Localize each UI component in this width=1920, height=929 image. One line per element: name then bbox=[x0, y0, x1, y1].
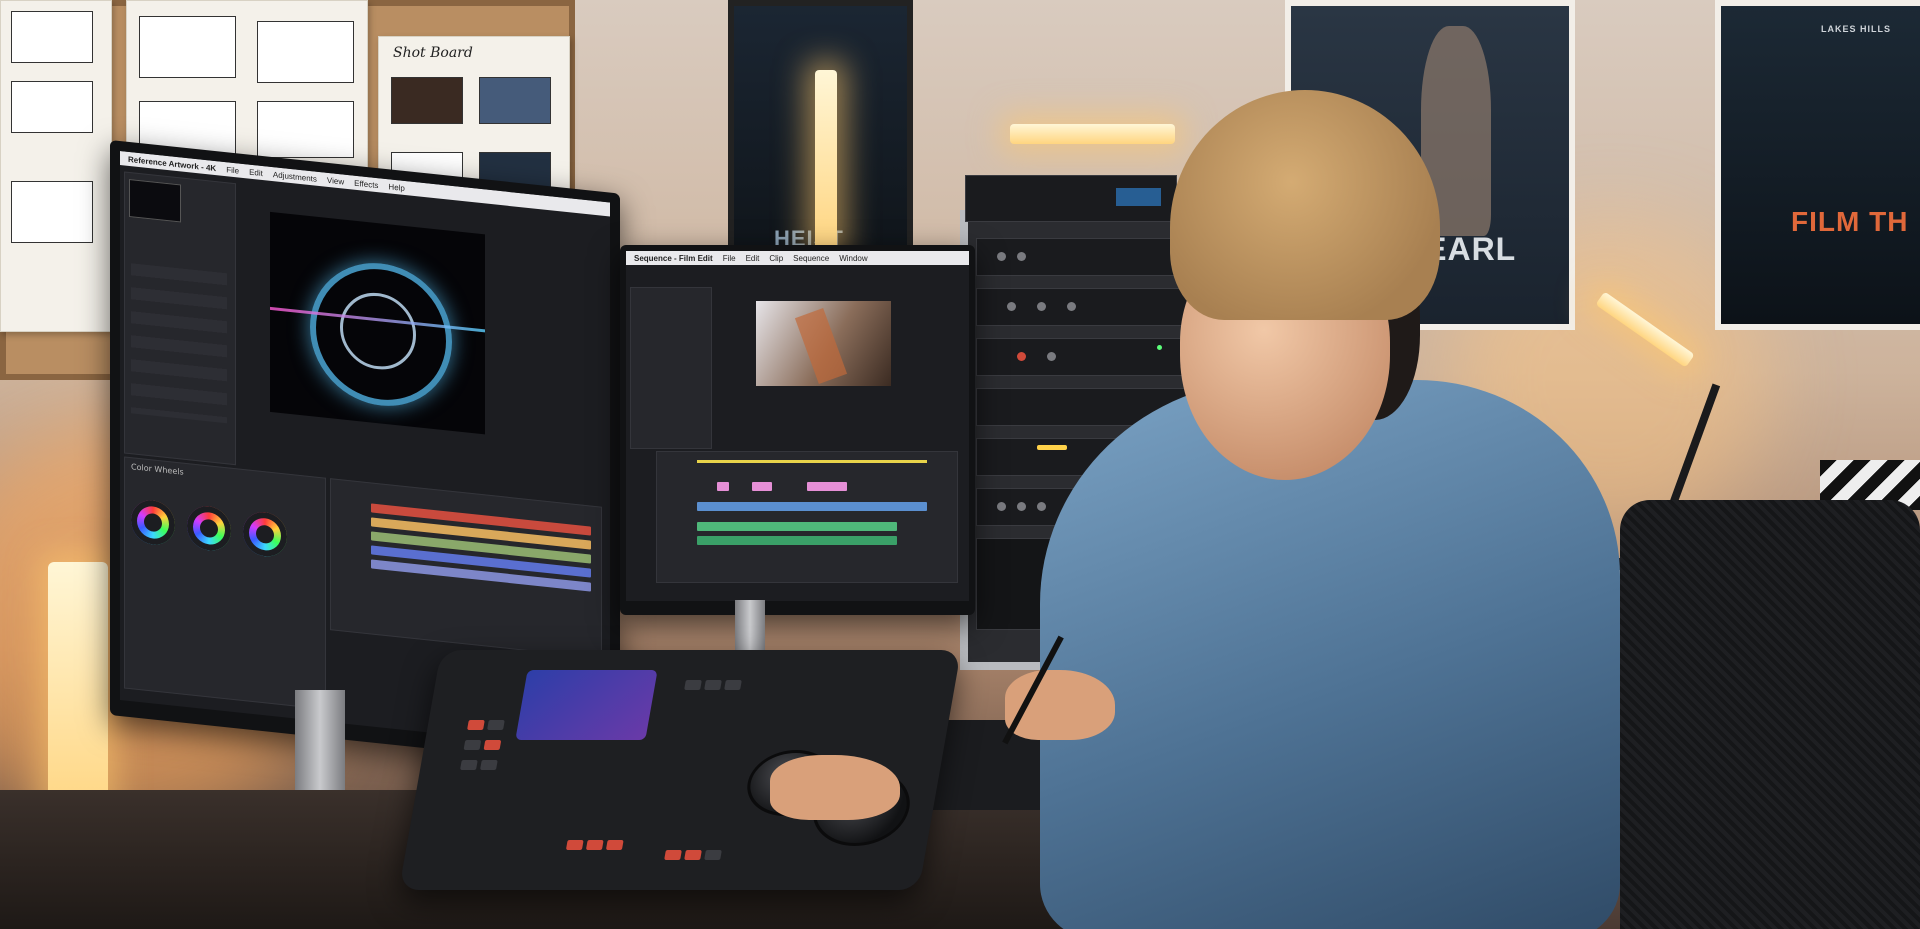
right-viewer bbox=[756, 301, 891, 386]
color-wheel-shadows[interactable] bbox=[131, 498, 175, 547]
poster-right-title: FILM TH bbox=[1791, 206, 1909, 237]
right-monitor: Sequence - Film Edit File Edit Clip Sequenc… bbox=[620, 245, 975, 615]
menu-item[interactable]: Edit bbox=[746, 254, 760, 263]
menu-item[interactable]: Adjustments bbox=[273, 170, 317, 184]
color-wheel-highlights[interactable] bbox=[243, 509, 287, 559]
storyboard-sheet-left bbox=[0, 0, 112, 332]
console-display bbox=[515, 670, 658, 740]
storyboard-title: Shot Board bbox=[393, 45, 473, 61]
menu-item[interactable]: File bbox=[723, 254, 736, 263]
left-light-tower bbox=[48, 562, 108, 822]
office-chair bbox=[1620, 500, 1920, 929]
top-receiver bbox=[965, 175, 1177, 222]
menu-item[interactable]: Clip bbox=[769, 254, 783, 263]
color-wheel-midtones[interactable] bbox=[187, 504, 231, 553]
horizontal-light-bar bbox=[1010, 124, 1175, 144]
left-window-title: Reference Artwork - 4K bbox=[128, 154, 217, 173]
menu-item[interactable]: Sequence bbox=[793, 254, 829, 263]
person-hand-on-console bbox=[770, 755, 900, 820]
right-window-title: Sequence - Film Edit bbox=[634, 253, 713, 263]
left-media-panel bbox=[124, 171, 236, 466]
menu-item[interactable]: Window bbox=[839, 254, 867, 263]
color-panel-label: Color Wheels bbox=[131, 462, 184, 477]
menu-item[interactable]: View bbox=[327, 175, 344, 186]
poster-right-tag: LAKES HILLS bbox=[1821, 24, 1892, 34]
menu-item[interactable]: Effects bbox=[354, 178, 378, 190]
left-timeline bbox=[330, 478, 602, 659]
menu-item[interactable]: File bbox=[226, 165, 239, 175]
editing-studio-scene: Shot Board HEIST HEARL LAKES HILLS FILM … bbox=[0, 0, 1920, 929]
right-project-panel bbox=[630, 287, 712, 449]
right-timeline bbox=[656, 451, 958, 583]
menu-item[interactable]: Edit bbox=[249, 167, 263, 177]
right-menubar: Sequence - Film Edit File Edit Clip Sequenc… bbox=[626, 251, 969, 265]
vertical-light-bar bbox=[815, 70, 837, 250]
poster-film-thriller: LAKES HILLS FILM TH bbox=[1715, 0, 1920, 330]
menu-item[interactable]: Help bbox=[388, 182, 404, 193]
left-color-panel: Color Wheels bbox=[124, 456, 326, 710]
left-viewer bbox=[270, 211, 485, 435]
